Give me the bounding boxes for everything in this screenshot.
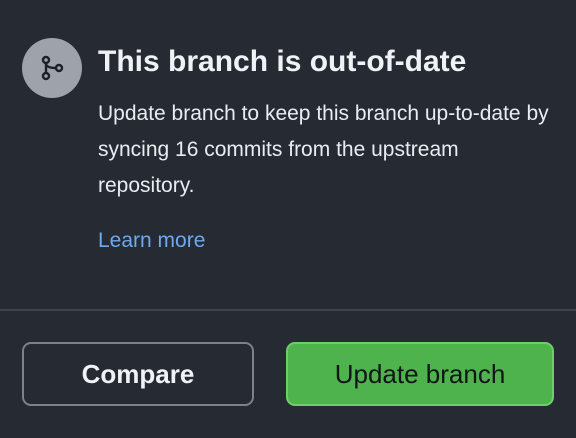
update-branch-button[interactable]: Update branch	[286, 342, 554, 406]
notice-description: Update branch to keep this branch up-to-…	[98, 102, 549, 197]
git-branch-icon	[41, 55, 64, 81]
compare-button[interactable]: Compare	[22, 342, 254, 406]
divider	[0, 309, 576, 311]
branch-out-of-date-panel: This branch is out-of-date Update branch…	[0, 0, 576, 438]
notice-title: This branch is out-of-date	[98, 45, 467, 78]
learn-more-link[interactable]: Learn more	[98, 224, 205, 258]
branch-icon-badge	[22, 38, 82, 98]
